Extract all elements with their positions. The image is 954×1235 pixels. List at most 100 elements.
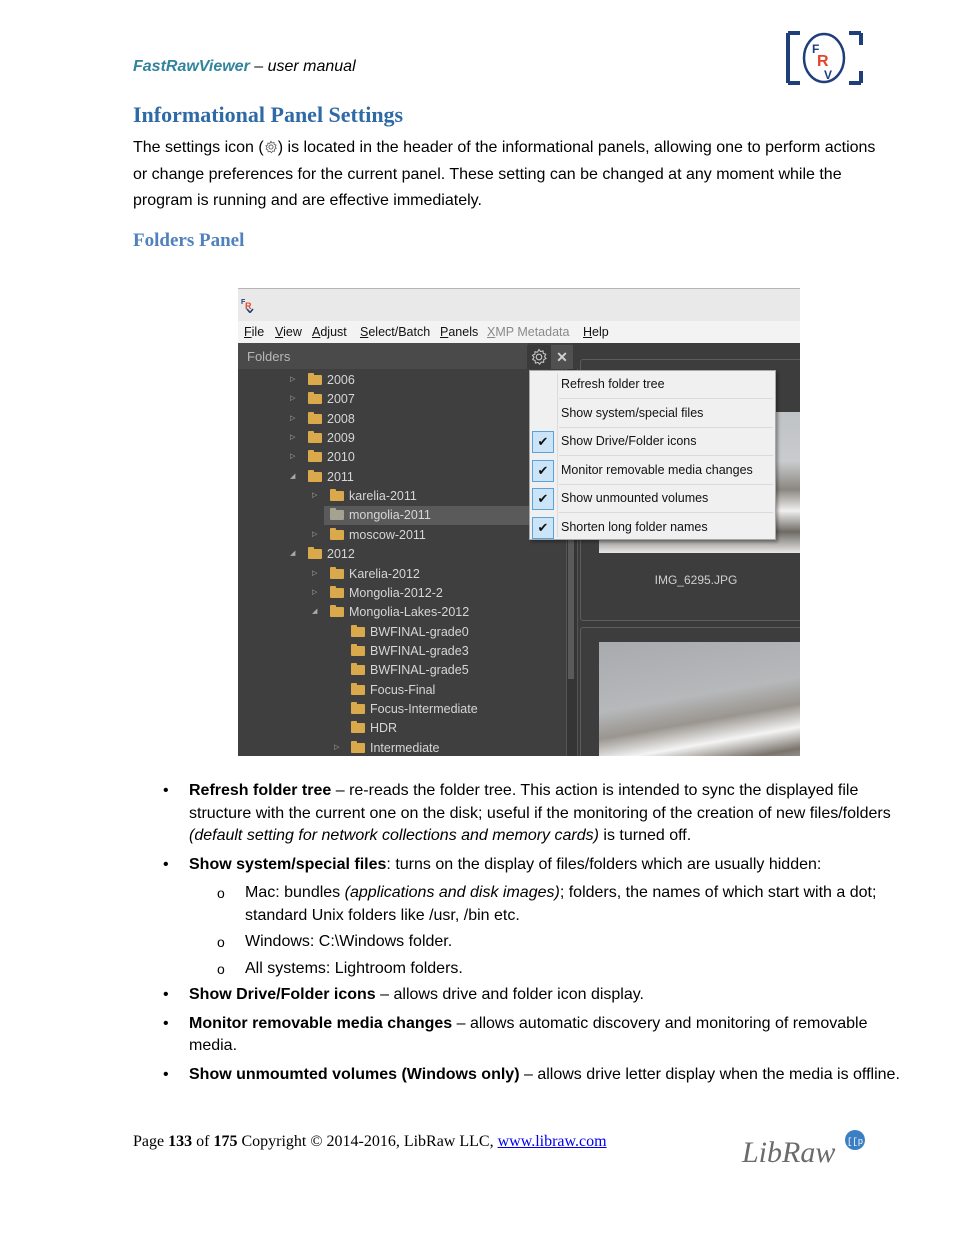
menu-bar: File View Adjust Select/Batch Panels XMP Meta… [238, 321, 800, 343]
menu-mnemonic: S [360, 325, 369, 339]
bullet-text: allows drive letter display when the med… [537, 1065, 900, 1083]
menu-item-show-drive-folder-icons[interactable]: ✔ Show Drive/Folder icons [530, 428, 775, 456]
menu-item-view[interactable]: View [275, 325, 302, 339]
tree-folder-item[interactable]: ◢ 2012 [238, 545, 568, 564]
tree-folder-item[interactable]: ▷ Karelia-2012 [238, 565, 568, 584]
expanded-arrow-icon[interactable]: ◢ [290, 472, 295, 480]
sub-bullet-item: o All systems: Lightroom folders. [163, 958, 908, 981]
tree-folder-item[interactable]: ▷ 2010 [238, 448, 568, 467]
tree-folder-item[interactable]: ▷ 2006 [238, 371, 568, 390]
menu-item-show-unmounted-volumes[interactable]: ✔ Show unmounted volumes [530, 485, 775, 513]
of-label: of [192, 1133, 214, 1150]
menu-item-xmp-metadata[interactable]: XMP Metadata [487, 325, 569, 339]
section-title: Informational Panel Settings [133, 102, 404, 127]
folder-icon [308, 392, 322, 405]
intro-text-before: The settings icon ( [133, 139, 264, 156]
tree-folder-item[interactable]: Focus-Intermediate [238, 700, 568, 719]
tree-folder-item[interactable]: ▷ 2008 [238, 410, 568, 429]
checkmark-icon: ✔ [532, 459, 554, 482]
tree-folder-item[interactable]: ◢ Mongolia-Lakes-2012 [238, 603, 568, 622]
menu-item-refresh-folder-tree[interactable]: Refresh folder tree [530, 371, 775, 399]
folder-name: 2006 [327, 373, 355, 387]
tree-folder-item[interactable]: HDR [238, 719, 568, 738]
page-number: 133 [168, 1133, 193, 1150]
collapsed-arrow-icon[interactable]: ▷ [290, 394, 295, 402]
bullet-term: Show Drive/Folder icons [189, 986, 376, 1003]
folder-tree: ▷ 2006 ▷ 2007 ▷ 2008 ▷ 2009 ▷ 2010 ◢ 2011 ▷ karelia-2… [238, 369, 568, 756]
thumbnail-image [599, 642, 800, 756]
menu-mnemonic: P [440, 325, 449, 339]
collapsed-arrow-icon[interactable]: ▷ [312, 530, 317, 538]
bullet-dot-icon: • [163, 855, 169, 873]
collapsed-arrow-icon[interactable]: ▷ [312, 491, 317, 499]
folder-icon [308, 411, 322, 424]
menu-item-adjust[interactable]: Adjust [312, 325, 347, 339]
tree-folder-item[interactable]: ▷ moscow-2011 [238, 526, 568, 545]
folder-name: 2011 [327, 469, 354, 484]
thumbnail-filename: IMG_6295.JPG [654, 573, 738, 587]
menu-item-file[interactable]: File [244, 325, 264, 339]
tree-folder-item[interactable]: ▷ 2009 [238, 429, 568, 448]
bullet-separator: – [452, 1014, 470, 1032]
collapsed-arrow-icon[interactable]: ▷ [312, 569, 317, 577]
menu-mnemonic: X [487, 325, 496, 339]
folder-icon [330, 605, 344, 618]
panel-settings-button[interactable] [527, 345, 551, 369]
folder-name: 2009 [327, 431, 355, 446]
tree-folder-item[interactable]: ◢ 2011 [238, 468, 568, 487]
bullet-dot-icon: • [163, 1014, 169, 1032]
folder-icon [351, 682, 365, 695]
collapsed-arrow-icon[interactable]: ▷ [312, 588, 317, 596]
tree-folder-item[interactable]: ▷ Intermediate [238, 739, 568, 756]
collapsed-arrow-icon[interactable]: ▷ [290, 375, 295, 383]
menu-item-monitor-removable-media-changes[interactable]: ✔ Monitor removable media changes [530, 457, 775, 485]
collapsed-arrow-icon[interactable]: ▷ [290, 433, 295, 441]
bullet-term: Show system/special files [189, 855, 387, 873]
tree-folder-item[interactable]: ▷ karelia-2011 [238, 487, 568, 506]
website-link[interactable]: www.libraw.com [498, 1133, 607, 1150]
gear-icon [531, 348, 547, 365]
collapsed-arrow-icon[interactable]: ▷ [290, 414, 295, 422]
menu-item-help[interactable]: Help [583, 325, 609, 339]
menu-item-label: Show Drive/Folder icons [561, 434, 697, 448]
page-label: Page [133, 1133, 169, 1150]
tree-folder-item[interactable]: BWFINAL-grade0 [238, 623, 568, 642]
folder-icon [330, 508, 344, 521]
sub-bullet-item: o Mac: bundles (applications and disk ima… [163, 882, 908, 927]
libraw-logo-icon: LibRaw [[p] [741, 1130, 869, 1168]
folder-name: BWFINAL-grade0 [370, 624, 469, 639]
folder-name: Karelia-2012 [349, 566, 420, 581]
menu-item-show-system-special-files[interactable]: Show system/special files [530, 400, 775, 428]
folder-name: HDR [370, 721, 398, 736]
sub-bullet-italic-text: (applications and disk images) [344, 884, 560, 901]
folder-name: karelia-2011 [349, 489, 417, 504]
expanded-arrow-icon[interactable]: ◢ [312, 607, 317, 615]
thumbnail-card[interactable] [580, 627, 800, 756]
collapsed-arrow-icon[interactable]: ▷ [334, 743, 339, 751]
panel-close-button[interactable]: ✕ [551, 345, 573, 369]
tree-folder-item[interactable]: BWFINAL-grade3 [238, 642, 568, 661]
bullet-text: allows drive and folder icon display. [393, 986, 645, 1003]
tree-folder-item[interactable]: ▷ Mongolia-2012-2 [238, 584, 568, 603]
folder-name: BWFINAL-grade5 [370, 663, 469, 678]
collapsed-arrow-icon[interactable]: ▷ [290, 452, 295, 460]
svg-text:R: R [245, 301, 252, 311]
menu-item-select-batch[interactable]: Select/Batch [360, 325, 430, 339]
bullet-dot-icon: • [163, 1065, 169, 1083]
folder-icon [308, 450, 322, 463]
folders-panel-header: Folders [238, 343, 528, 369]
sub-bullet-text: All systems: Lightroom folders. [245, 959, 463, 977]
folder-icon [351, 701, 365, 714]
folder-name: 2010 [327, 450, 355, 465]
tree-folder-item[interactable]: BWFINAL-grade5 [238, 661, 568, 680]
sub-bullet-circle-icon: o [217, 934, 225, 950]
folder-icon [351, 721, 365, 734]
menu-item-shorten-long-folder-names[interactable]: ✔ Shorten long folder names [530, 514, 775, 542]
tree-folder-item[interactable]: Focus-Final [238, 681, 568, 700]
svg-text:V: V [824, 68, 832, 82]
copyright-text: Copyright © 2014-2016, LibRaw LLC, [237, 1133, 498, 1150]
tree-folder-item[interactable]: ▷ 2007 [238, 390, 568, 409]
libraw-logo-text: LibRaw [741, 1136, 835, 1168]
menu-item-panels[interactable]: Panels [440, 325, 478, 339]
expanded-arrow-icon[interactable]: ◢ [290, 549, 295, 557]
